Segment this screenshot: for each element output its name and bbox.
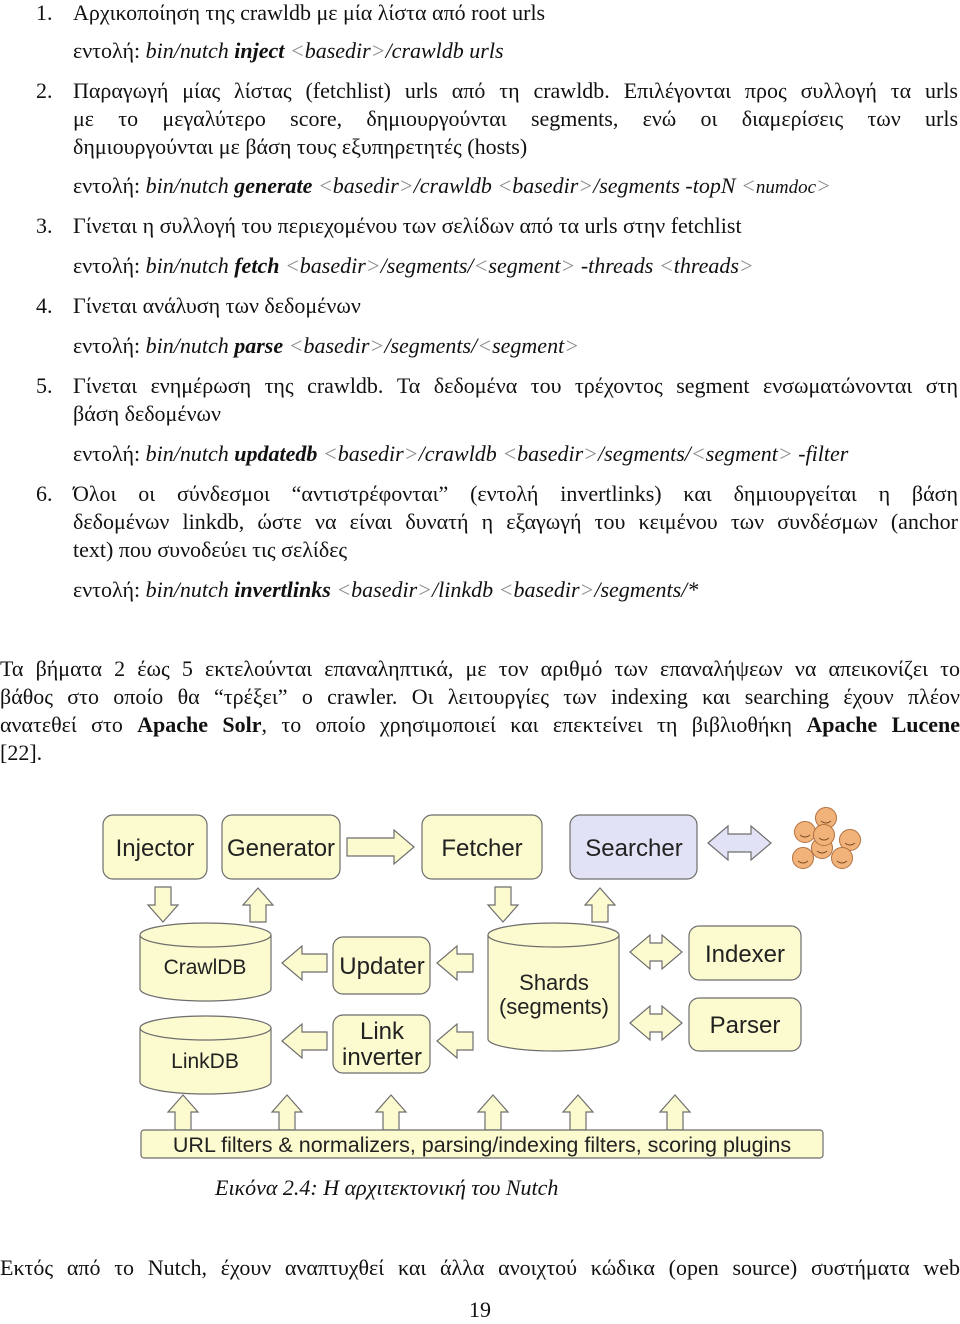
user-face-icon bbox=[831, 847, 853, 869]
shards-to-linkinverter-arrow bbox=[436, 1022, 474, 1060]
user-face-icon bbox=[813, 824, 835, 846]
plugins-bar-label: URL filters & normalizers, parsing/index… bbox=[173, 1133, 791, 1157]
crawldb-cylinder-top bbox=[139, 922, 272, 948]
shards-parser-arrow bbox=[629, 1004, 683, 1042]
user-face-icon bbox=[794, 821, 816, 843]
nutch-architecture-diagram: Injector Generator Fetcher Searcher CrawlDB L… bbox=[102, 807, 861, 1159]
plugins-up-arrow bbox=[561, 1094, 595, 1131]
fetcher-to-shards-arrow bbox=[486, 886, 520, 923]
plugins-up-arrow bbox=[658, 1094, 692, 1131]
shards-indexer-arrow bbox=[629, 933, 683, 971]
plugins-up-arrow bbox=[270, 1094, 304, 1131]
updater-to-crawldb-arrow bbox=[281, 944, 328, 982]
shards-cylinder-top bbox=[487, 922, 620, 948]
link-inverter-label: Link bbox=[360, 1018, 405, 1045]
paragraph-line: Εκτός από το Nutch, έχουν αναπτυχθεί και… bbox=[0, 1255, 960, 1280]
plugins-up-arrow bbox=[374, 1094, 408, 1131]
link-inverter-label: inverter bbox=[342, 1044, 422, 1071]
shards-to-updater-arrow bbox=[436, 944, 474, 982]
parser-label: Parser bbox=[710, 1012, 781, 1039]
linkinverter-to-linkdb-arrow bbox=[281, 1022, 328, 1060]
updater-label: Updater bbox=[339, 953, 424, 980]
indexer-label: Indexer bbox=[705, 941, 785, 968]
injector-to-crawldb-arrow bbox=[146, 886, 180, 923]
user-face-icon bbox=[792, 847, 814, 869]
injector-label: Injector bbox=[116, 835, 195, 862]
figure-caption: Εικόνα 2.4: Η αρχιτεκτονική του Nutch bbox=[215, 1175, 559, 1200]
shards-label: Shards bbox=[519, 970, 589, 995]
linkdb-cylinder-top bbox=[139, 1015, 272, 1041]
plugins-up-arrow bbox=[166, 1094, 200, 1131]
shards-label: (segments) bbox=[499, 994, 609, 1019]
shards-to-searcher-arrow bbox=[583, 887, 617, 923]
generator-label: Generator bbox=[227, 835, 335, 862]
crawldb-label: CrawlDB bbox=[164, 956, 247, 979]
linkdb-label: LinkDB bbox=[171, 1050, 239, 1073]
searcher-label: Searcher bbox=[585, 835, 682, 862]
plugins-up-arrow bbox=[476, 1094, 510, 1131]
crawldb-to-generator-arrow bbox=[241, 887, 275, 923]
fetcher-label: Fetcher bbox=[441, 835, 522, 862]
searcher-users-arrow bbox=[707, 824, 772, 862]
generator-to-fetcher-arrow bbox=[346, 828, 415, 866]
